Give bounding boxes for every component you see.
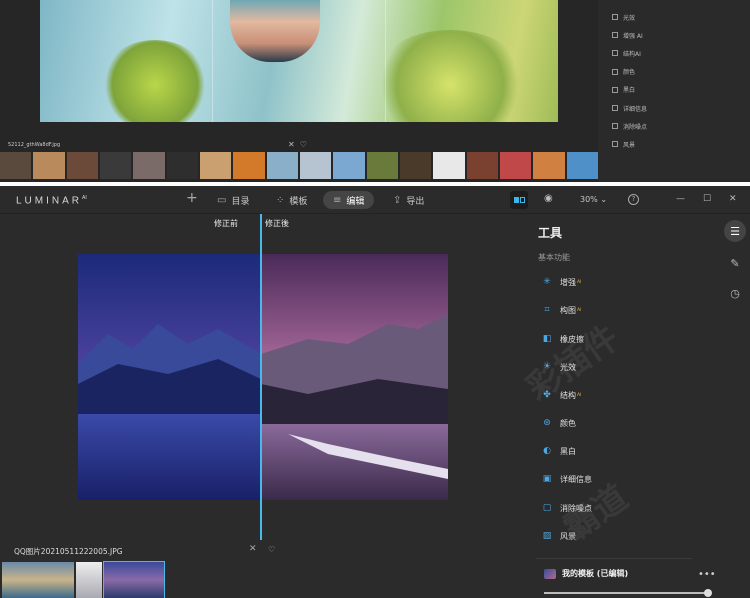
before-label: 修正前 <box>214 219 238 228</box>
brush-icon[interactable]: ✎ <box>724 252 746 274</box>
sun-icon: ☀ <box>542 362 552 372</box>
thumbnail[interactable] <box>76 562 102 598</box>
bw-icon: ◐ <box>543 446 551 456</box>
filmstrip-filename: QQ图片20210511222005.JPG <box>14 547 123 556</box>
thumbnail[interactable] <box>2 562 74 598</box>
close-icon[interactable]: ✕ <box>249 544 257 554</box>
photo-subject <box>230 0 320 62</box>
panel-title: 工具 <box>538 226 563 240</box>
maximize-icon[interactable]: ☐ <box>703 194 711 204</box>
sliders-icon: ≡ <box>333 194 342 206</box>
landscape-icon: ▨ <box>542 531 552 541</box>
template-thumbnail <box>544 568 556 579</box>
slider-knob[interactable] <box>704 589 712 597</box>
section-title: 基本功能 <box>538 253 570 262</box>
help-icon[interactable]: ? <box>628 194 639 205</box>
tool-denoise[interactable]: ▢ 消除噪点 <box>542 500 592 516</box>
minimize-icon[interactable]: — <box>676 194 685 204</box>
luminar-window: LUMINARAI + ▭ 目录 ⁘ 模板 ≡ 编辑 ⇪ 导出 ◉ 30% ⌄ ? — … <box>0 186 750 598</box>
denoise-icon: ▢ <box>542 503 552 513</box>
top-tool-item[interactable]: 详细信息 <box>598 99 750 117</box>
tool-light[interactable]: ☀ 光效 <box>542 359 576 375</box>
top-tool-item[interactable]: 消除噪点 <box>598 117 750 135</box>
slider-fill <box>544 592 708 594</box>
add-icon[interactable]: + <box>186 190 198 206</box>
tool-enhance[interactable]: ✳ 增强 AI <box>542 274 581 290</box>
app-logo: LUMINARAI <box>16 195 87 207</box>
right-icon-rail: ☰ ✎ ◷ <box>720 214 750 598</box>
top-tool-item[interactable]: 结构AI <box>598 44 750 62</box>
tool-landscape[interactable]: ▨ 风景 <box>542 528 576 544</box>
tool-details[interactable]: ▣ 详细信息 <box>542 471 592 487</box>
close-icon[interactable]: ✕ <box>729 194 737 204</box>
heart-icon[interactable]: ♡ <box>268 545 275 554</box>
top-preview-screenshot: ✕ ♡ 52112_gthWa8dF.jpg 光效 增强 AI 结构AI 颜色 … <box>0 0 750 182</box>
eye-icon[interactable]: ◉ <box>544 193 553 204</box>
top-tool-item[interactable]: 颜色 <box>598 63 750 81</box>
thumbnail-selected[interactable] <box>103 561 165 598</box>
sparkle-icon: ✳ <box>543 277 551 287</box>
tool-bw[interactable]: ◐ 黑白 <box>542 443 576 459</box>
before-after-toggle[interactable] <box>510 191 528 209</box>
tool-color[interactable]: ⊛ 颜色 <box>542 415 576 431</box>
more-options-icon[interactable]: ••• <box>698 569 716 580</box>
tool-eraser[interactable]: ◧ 橡皮擦 <box>542 331 584 347</box>
export-icon: ⇪ <box>393 194 402 206</box>
history-icon[interactable]: ◷ <box>724 282 746 304</box>
tab-templates[interactable]: ⁘ 模板 <box>276 191 307 209</box>
edited-photo <box>78 254 448 500</box>
details-icon: ▣ <box>542 474 552 484</box>
top-tool-item[interactable]: 黑白 <box>598 81 750 99</box>
tab-catalog[interactable]: ▭ 目录 <box>217 191 249 209</box>
top-preview-actions[interactable]: ✕ ♡ <box>288 140 307 149</box>
tools-icon[interactable]: ☰ <box>724 220 746 242</box>
templates-icon: ⁘ <box>276 194 285 206</box>
my-template[interactable]: 我的模板 (已编辑) <box>544 568 628 579</box>
top-preview-photo <box>40 0 558 122</box>
tab-edit[interactable]: ≡ 编辑 <box>323 191 375 209</box>
top-tool-item[interactable]: 风景 <box>598 135 750 153</box>
top-tool-item[interactable]: 光效 <box>598 8 750 26</box>
eraser-icon: ◧ <box>542 334 552 344</box>
color-icon: ⊛ <box>543 418 551 428</box>
before-after-divider[interactable] <box>260 214 262 540</box>
top-filmstrip[interactable] <box>0 152 598 179</box>
template-amount-slider[interactable] <box>544 589 712 597</box>
tool-composition[interactable]: ⌗ 构图 AI <box>542 302 581 318</box>
top-tool-item[interactable]: 增强 AI <box>598 26 750 44</box>
crop-icon: ⌗ <box>544 305 550 315</box>
top-tool-list: 光效 增强 AI 结构AI 颜色 黑白 详细信息 消除噪点 风景 <box>598 0 750 182</box>
divider <box>536 558 692 559</box>
top-toolbar: LUMINARAI + ▭ 目录 ⁘ 模板 ≡ 编辑 ⇪ 导出 ◉ 30% ⌄ ? — … <box>0 186 750 214</box>
tools-panel: 工具 基本功能 ✳ 增强 AI ⌗ 构图 AI ◧ 橡皮擦 ☀ 光效 ✤ 结构 AI ⊛ 颜色 ◐… <box>530 214 720 598</box>
tab-export[interactable]: ⇪ 导出 <box>393 191 424 209</box>
folder-icon: ▭ <box>217 194 227 206</box>
after-label: 修正後 <box>265 219 289 228</box>
tool-structure[interactable]: ✤ 结构 AI <box>542 387 581 403</box>
top-filename: 52112_gthWa8dF.jpg <box>8 142 61 148</box>
structure-icon: ✤ <box>543 390 551 400</box>
zoom-select[interactable]: 30% ⌄ <box>580 195 607 204</box>
filmstrip[interactable] <box>2 561 165 598</box>
